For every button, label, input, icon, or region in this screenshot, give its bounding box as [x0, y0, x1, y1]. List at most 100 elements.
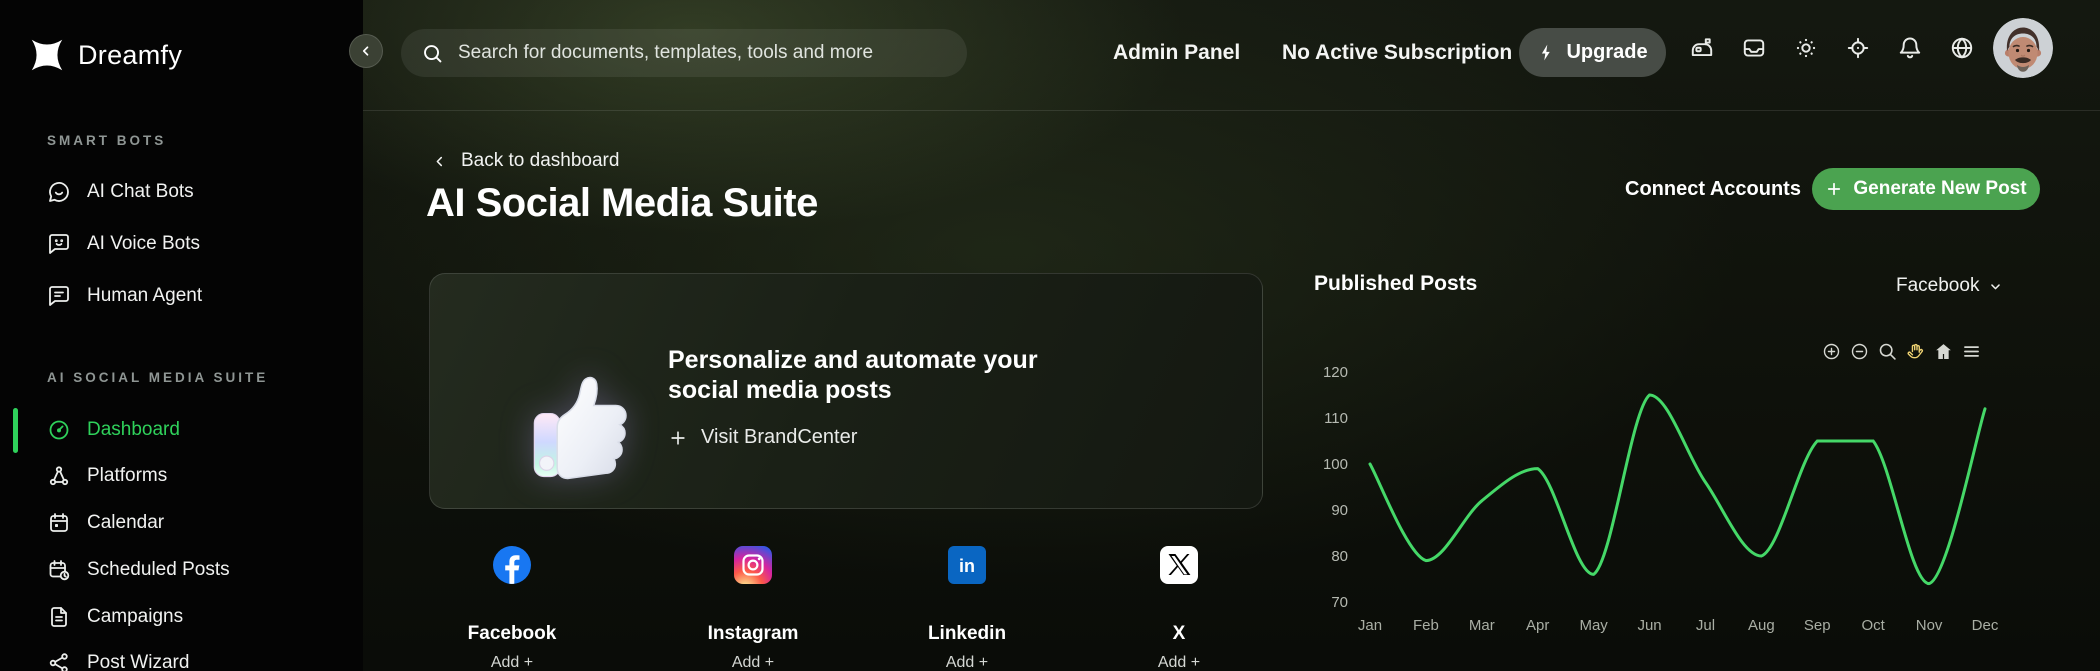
language-button[interactable] — [1948, 34, 1976, 62]
sidebar-item-label: Campaigns — [87, 606, 183, 628]
published-posts-chart: 120110100908070JanFebMarAprMayJunJulAugS… — [1308, 352, 2008, 652]
platform-name: Instagram — [673, 623, 833, 645]
svg-text:90: 90 — [1331, 502, 1348, 519]
sidebar-item-label: AI Voice Bots — [87, 233, 200, 255]
sidebar-item-label: Scheduled Posts — [87, 559, 230, 581]
thumbs-up-3d-image — [528, 364, 636, 488]
platform-add-button[interactable]: Add + — [887, 654, 1047, 671]
sidebar-item-ai-voice-bots[interactable]: AI Voice Bots — [0, 227, 363, 261]
admin-panel-link[interactable]: Admin Panel — [1113, 41, 1240, 65]
platform-add-button[interactable]: Add + — [1099, 654, 1259, 671]
sidebar-collapse-button[interactable] — [349, 34, 383, 68]
platform-name: Facebook — [432, 623, 592, 645]
sidebar-item-label: Dashboard — [87, 419, 180, 441]
topbar-divider — [363, 110, 2100, 111]
chart-platform-dropdown[interactable]: Facebook — [1896, 275, 2004, 297]
page-title: AI Social Media Suite — [426, 181, 818, 226]
svg-text:120: 120 — [1323, 364, 1348, 381]
svg-text:Dec: Dec — [1972, 617, 1999, 634]
svg-text:100: 100 — [1323, 456, 1348, 473]
notifications-button[interactable] — [1896, 34, 1924, 62]
svg-text:Nov: Nov — [1916, 617, 1943, 634]
svg-text:Jan: Jan — [1358, 617, 1382, 634]
plus-icon — [668, 428, 688, 448]
sun-icon — [1793, 35, 1819, 61]
brand-logo[interactable]: Dreamfy — [28, 36, 182, 74]
sidebar: Dreamfy SMART BOTS AI Chat Bots AI Voice… — [0, 0, 363, 671]
sidebar-item-post-wizard[interactable]: Post Wizard — [0, 646, 363, 671]
chat-lines-icon — [47, 284, 71, 308]
plus-icon — [1825, 180, 1843, 198]
svg-text:80: 80 — [1331, 548, 1348, 565]
sidebar-item-platforms[interactable]: Platforms — [0, 459, 363, 493]
visit-brandcenter-link[interactable]: Visit BrandCenter — [668, 426, 857, 449]
inbox-button[interactable] — [1740, 34, 1768, 62]
svg-text:Sep: Sep — [1804, 617, 1831, 634]
network-nodes-icon — [47, 464, 71, 488]
platform-linkedin: in Linkedin Add + — [887, 546, 1047, 671]
inbox-icon — [1741, 35, 1767, 61]
sidebar-item-human-agent[interactable]: Human Agent — [0, 279, 363, 313]
platform-instagram: Instagram Add + — [673, 546, 833, 671]
back-to-dashboard-link[interactable]: Back to dashboard — [431, 150, 619, 172]
svg-text:Feb: Feb — [1413, 617, 1439, 634]
platform-add-button[interactable]: Add + — [432, 654, 592, 671]
chat-face-icon — [47, 232, 71, 256]
lightning-bolt-icon — [1537, 43, 1556, 62]
chart-title: Published Posts — [1314, 272, 1477, 296]
svg-text:Jun: Jun — [1637, 617, 1661, 634]
svg-text:Oct: Oct — [1862, 617, 1886, 634]
platform-add-button[interactable]: Add + — [673, 654, 833, 671]
linkedin-icon[interactable]: in — [948, 546, 986, 584]
svg-text:110: 110 — [1324, 410, 1348, 427]
promo-headline: Personalize and automate your social med… — [668, 346, 1072, 405]
locate-button[interactable] — [1844, 34, 1872, 62]
sidebar-item-campaigns[interactable]: Campaigns — [0, 600, 363, 634]
upgrade-button[interactable]: Upgrade — [1519, 28, 1666, 77]
topbar-icon-group — [1688, 34, 1976, 62]
sidebar-section-smart-bots: SMART BOTS — [47, 133, 166, 148]
search-input[interactable] — [458, 42, 967, 64]
svg-text:May: May — [1579, 617, 1608, 634]
svg-text:Aug: Aug — [1748, 617, 1775, 634]
share-nodes-icon — [47, 651, 71, 671]
chevron-down-icon — [1987, 278, 2004, 295]
sidebar-item-label: AI Chat Bots — [87, 181, 194, 203]
sidebar-item-dashboard[interactable]: Dashboard — [0, 413, 363, 447]
chat-smile-icon — [47, 180, 71, 204]
platform-x: X Add + — [1099, 546, 1259, 671]
platform-name: Linkedin — [887, 623, 1047, 645]
chevron-left-icon — [431, 153, 448, 170]
platform-name: X — [1099, 623, 1259, 645]
sidebar-item-ai-chat-bots[interactable]: AI Chat Bots — [0, 175, 363, 209]
sidebar-item-calendar[interactable]: Calendar — [0, 506, 363, 540]
theme-toggle-button[interactable] — [1792, 34, 1820, 62]
avatar-image — [1993, 18, 2053, 78]
published-posts-chart-area[interactable]: 120110100908070JanFebMarAprMayJunJulAugS… — [1308, 352, 2008, 652]
x-icon[interactable] — [1160, 546, 1198, 584]
bell-icon — [1897, 35, 1923, 61]
sidebar-item-scheduled-posts[interactable]: Scheduled Posts — [0, 553, 363, 587]
sidebar-item-label: Platforms — [87, 465, 167, 487]
svg-text:70: 70 — [1331, 594, 1348, 611]
search-icon — [421, 42, 444, 65]
facebook-icon[interactable] — [493, 546, 531, 584]
calendar-icon — [47, 511, 71, 535]
mailbox-button[interactable] — [1688, 34, 1716, 62]
global-search — [401, 29, 967, 77]
generate-new-post-button[interactable]: Generate New Post — [1812, 168, 2040, 210]
subscription-status: No Active Subscription — [1282, 41, 1512, 65]
document-icon — [47, 605, 71, 629]
dreamfy-star-icon — [28, 36, 66, 74]
connect-accounts-link[interactable]: Connect Accounts — [1625, 178, 1801, 201]
mailbox-icon — [1689, 35, 1715, 61]
instagram-icon[interactable] — [734, 546, 772, 584]
app: Dreamfy SMART BOTS AI Chat Bots AI Voice… — [0, 0, 2100, 671]
user-avatar[interactable] — [1993, 18, 2053, 78]
svg-text:in: in — [959, 556, 975, 576]
globe-icon — [1949, 35, 1975, 61]
sidebar-item-label: Calendar — [87, 512, 164, 534]
brand-name: Dreamfy — [78, 40, 182, 71]
svg-text:Mar: Mar — [1469, 617, 1495, 634]
platform-facebook: Facebook Add + — [432, 546, 592, 671]
